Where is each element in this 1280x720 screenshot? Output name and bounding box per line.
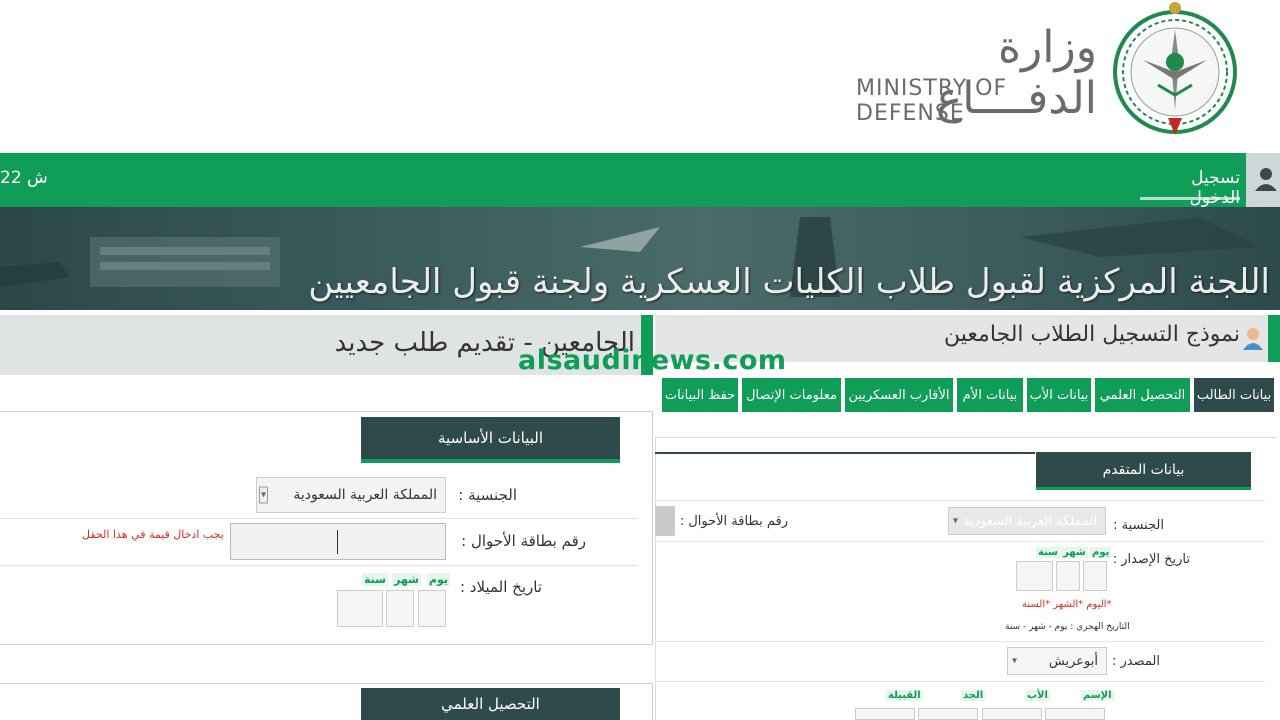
issue-year-input[interactable] [1016, 561, 1053, 591]
row-divider [0, 565, 638, 566]
text-cursor [337, 530, 338, 554]
issue-date-label: تاريخ الإصدار : [1112, 552, 1190, 567]
id-card-label: رقم بطاقة الأحوال : [461, 532, 586, 550]
applicant-section-header: بيانات المتقدم [1036, 452, 1251, 490]
main-nav-bar [0, 153, 1280, 207]
tab-mother-data[interactable]: بيانات الأم [957, 378, 1023, 412]
chevron-down-icon: ▾ [259, 486, 269, 504]
grandfather-field-label: الجد [961, 690, 986, 701]
user-icon [1255, 168, 1277, 191]
row-divider [0, 518, 638, 519]
source-value: أبوعريش [1048, 653, 1098, 669]
section-divider [655, 452, 1035, 454]
nationality-select[interactable]: المملكة العربية السعودية ▾ [948, 507, 1106, 535]
nationality-label: الجنسية : [1113, 518, 1164, 533]
user-account-button[interactable] [1246, 153, 1280, 207]
id-card-label: رقم بطاقة الأحوال : [679, 514, 788, 529]
chevron-down-icon: ▾ [1012, 655, 1018, 667]
id-card-input[interactable] [655, 506, 675, 536]
birth-day-label: يوم [427, 573, 451, 586]
login-link[interactable]: تسجيل الدخول [1140, 168, 1240, 208]
tab-contact-info[interactable]: معلومات الإتصال [742, 378, 841, 412]
row-divider [655, 500, 1265, 501]
saudi-emblem-icon[interactable] [1108, 0, 1243, 145]
name-input[interactable] [1045, 708, 1105, 720]
date-required-note: *اليوم *الشهر *السنة [1022, 599, 1112, 610]
watermark-text: alsaudinews.com [518, 345, 787, 376]
student-user-icon [1242, 326, 1264, 350]
issue-day-label: يوم [1090, 547, 1112, 558]
education-section-header: التحصيل العلمي [361, 688, 620, 720]
name-field-label: الإسم [1081, 690, 1114, 701]
id-card-input[interactable] [230, 523, 446, 560]
tab-student-data[interactable]: بيانات الطالب [1194, 378, 1274, 412]
source-label: المصدر : [1112, 654, 1160, 669]
nationality-value: المملكة العربية السعودية [963, 513, 1097, 529]
chevron-down-icon: ▾ [953, 515, 959, 527]
tab-save-data[interactable]: حفظ البيانات [662, 378, 738, 412]
logo-english-text: MINISTRY OF DEFENSE [856, 76, 1008, 126]
row-divider [655, 641, 1265, 642]
issue-month-input[interactable] [1056, 561, 1080, 591]
tribe-field-label: القبيلة [886, 690, 923, 701]
banner-title: اللجنة المركزية لقبول طلاب الكليات العسك… [308, 262, 1270, 302]
id-card-error-message: يجب ادخال قيمة في هذا الحقل [82, 528, 224, 541]
issue-day-input[interactable] [1083, 561, 1107, 591]
form-title: نموذج التسجيل الطلاب الجامعين [944, 322, 1240, 347]
birth-month-input[interactable] [386, 590, 414, 627]
source-select[interactable]: أبوعريش ▾ [1007, 647, 1107, 675]
birth-year-input[interactable] [337, 590, 383, 627]
grandfather-name-input[interactable] [918, 708, 978, 720]
nationality-label: الجنسية : [458, 486, 517, 504]
birth-date-label: تاريخ الميلاد : [459, 578, 542, 596]
birth-year-label: سنة [362, 573, 388, 586]
tab-education[interactable]: التحصيل العلمي [1095, 378, 1190, 412]
tribe-input[interactable] [855, 708, 915, 720]
birth-day-input[interactable] [418, 590, 446, 627]
nationality-value: المملكة العربية السعودية [293, 487, 437, 503]
row-divider [655, 541, 1265, 542]
tab-military-relatives[interactable]: الأقارب العسكريين [845, 378, 953, 412]
nationality-select[interactable]: المملكة العربية السعودية ▾ [256, 477, 446, 513]
date-text: 22 ش [0, 168, 48, 188]
tab-father-data[interactable]: بيانات الأب [1027, 378, 1091, 412]
issue-month-label: شهر [1061, 547, 1088, 558]
birth-month-label: شهر [392, 573, 421, 586]
father-field-label: الأب [1025, 690, 1050, 701]
hijri-date-note: التاريخ الهجري : يوم - شهر - سنة [1005, 622, 1130, 632]
basic-data-section-header: البيانات الأساسية [361, 417, 620, 463]
father-name-input[interactable] [982, 708, 1042, 720]
row-divider [655, 681, 1265, 682]
issue-year-label: سنة [1036, 547, 1060, 558]
